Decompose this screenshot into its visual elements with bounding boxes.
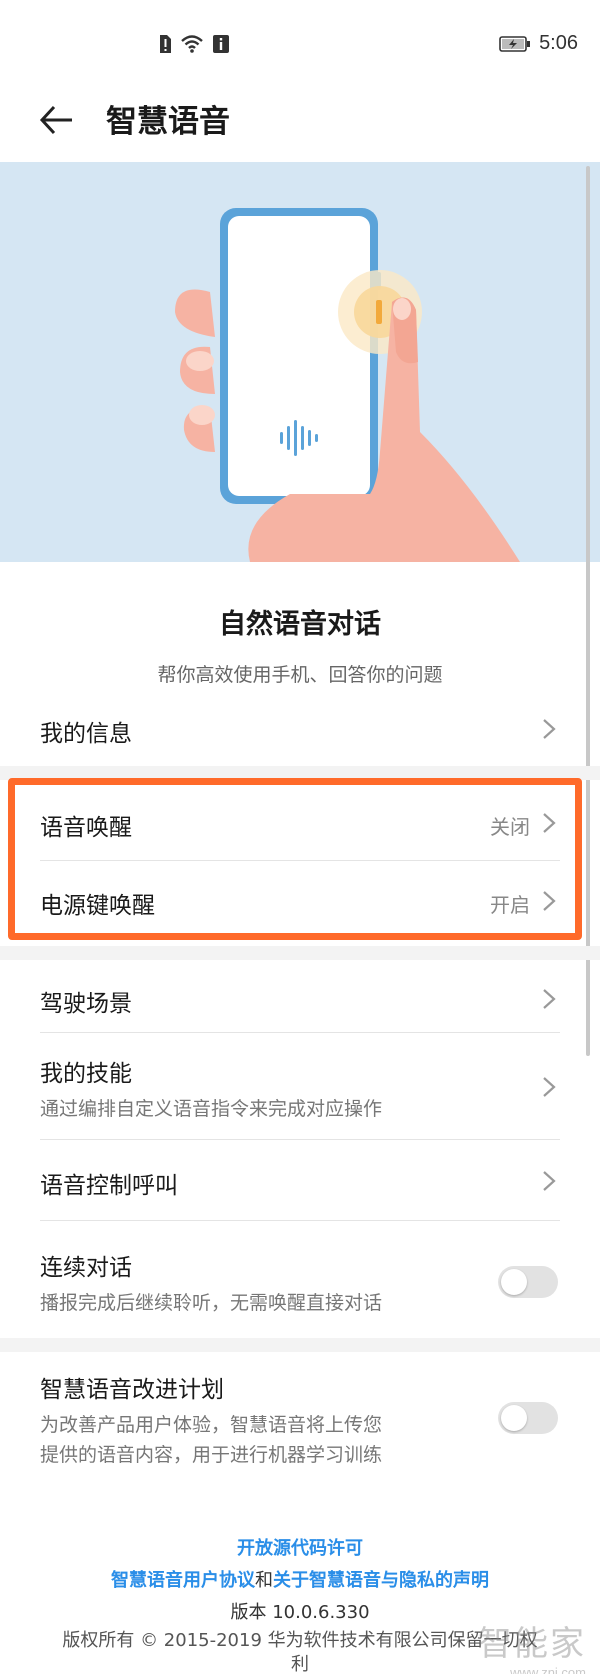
row-label: 驾驶场景 xyxy=(40,991,132,1017)
chevron-right-icon xyxy=(543,719,556,739)
battery-charging-icon xyxy=(499,35,531,52)
toggle-knob xyxy=(501,1405,527,1431)
row-label: 智慧语音改进计划 xyxy=(40,1377,224,1403)
improvement-plan-toggle[interactable] xyxy=(498,1402,558,1434)
open-source-license-link[interactable]: 开放源代码许可 xyxy=(237,1538,363,1559)
chevron-right-icon xyxy=(543,813,556,833)
status-right: 5:06 xyxy=(499,32,578,55)
row-improvement-plan: 智慧语音改进计划 为改善产品用户体验，智慧语音将上传您 提供的语音内容，用于进行… xyxy=(40,1356,560,1486)
status-time: 5:06 xyxy=(539,32,578,54)
section-gap xyxy=(0,766,600,780)
watermark-brand: 智能家 xyxy=(478,1624,586,1664)
row-label: 语音控制呼叫 xyxy=(40,1173,178,1199)
row-power-key-wake[interactable]: 电源键唤醒 开启 xyxy=(40,866,560,932)
arrow-left-icon xyxy=(39,105,72,135)
info-icon xyxy=(213,35,229,53)
row-label: 电源键唤醒 xyxy=(40,893,155,919)
row-label: 语音唤醒 xyxy=(40,815,132,841)
row-subtitle-line2: 提供的语音内容，用于进行机器学习训练 xyxy=(40,1444,383,1466)
phone-hand-illustration xyxy=(175,208,521,562)
chevron-right-icon xyxy=(543,891,556,911)
and-text: 和 xyxy=(255,1570,273,1591)
watermark-url: www.znj.com xyxy=(510,1665,586,1674)
back-button[interactable] xyxy=(38,98,82,142)
footer-agreements: 智慧语音用户协议和关于智慧语音与隐私的声明 xyxy=(0,1566,600,1592)
row-value: 关闭 xyxy=(490,815,530,839)
row-continuous-dialogue: 连续对话 播报完成后继续聆听，无需唤醒直接对话 xyxy=(40,1228,560,1332)
user-agreement-link[interactable]: 智慧语音用户协议 xyxy=(111,1570,255,1591)
hero-illustration xyxy=(0,162,600,562)
divider xyxy=(40,1032,560,1033)
row-voice-call-control[interactable]: 语音控制呼叫 xyxy=(40,1146,560,1220)
row-my-info[interactable]: 我的信息 xyxy=(40,700,560,756)
watermark: 智能家 www.znj.com xyxy=(478,1616,586,1674)
row-label: 我的技能 xyxy=(40,1061,132,1087)
row-label: 我的信息 xyxy=(40,721,132,747)
footer-open-source: 开放源代码许可 xyxy=(0,1534,600,1560)
chevron-right-icon xyxy=(543,989,556,1009)
page-title: 智慧语音 xyxy=(106,104,230,140)
continuous-dialogue-toggle[interactable] xyxy=(498,1266,558,1298)
toggle-knob xyxy=(501,1269,527,1295)
chevron-right-icon xyxy=(543,1077,556,1097)
row-my-skills[interactable]: 我的技能 通过编排自定义语音指令来完成对应操作 xyxy=(40,1040,560,1136)
row-subtitle-line1: 为改善产品用户体验，智慧语音将上传您 xyxy=(40,1414,383,1436)
chevron-right-icon xyxy=(543,1171,556,1191)
intro-title: 自然语音对话 xyxy=(219,609,381,640)
section-gap xyxy=(0,946,600,960)
divider xyxy=(40,860,560,861)
status-bar: 5:06 xyxy=(0,0,600,90)
wifi-icon xyxy=(181,35,203,53)
divider xyxy=(40,1139,560,1140)
privacy-statement-link[interactable]: 关于智慧语音与隐私的声明 xyxy=(273,1570,489,1591)
app-header: 智慧语音 xyxy=(0,90,600,162)
row-subtitle: 播报完成后继续聆听，无需唤醒直接对话 xyxy=(40,1292,383,1314)
row-label: 连续对话 xyxy=(40,1255,132,1281)
row-subtitle: 通过编排自定义语音指令来完成对应操作 xyxy=(40,1098,383,1120)
intro-subtitle: 帮你高效使用手机、回答你的问题 xyxy=(157,664,443,686)
section-gap xyxy=(0,1338,600,1352)
row-value: 开启 xyxy=(490,893,530,917)
row-driving-scene[interactable]: 驾驶场景 xyxy=(40,966,560,1032)
row-voice-wake[interactable]: 语音唤醒 关闭 xyxy=(40,790,560,856)
divider xyxy=(40,1220,560,1221)
status-icons xyxy=(158,34,230,54)
sim-alert-icon xyxy=(160,35,171,53)
